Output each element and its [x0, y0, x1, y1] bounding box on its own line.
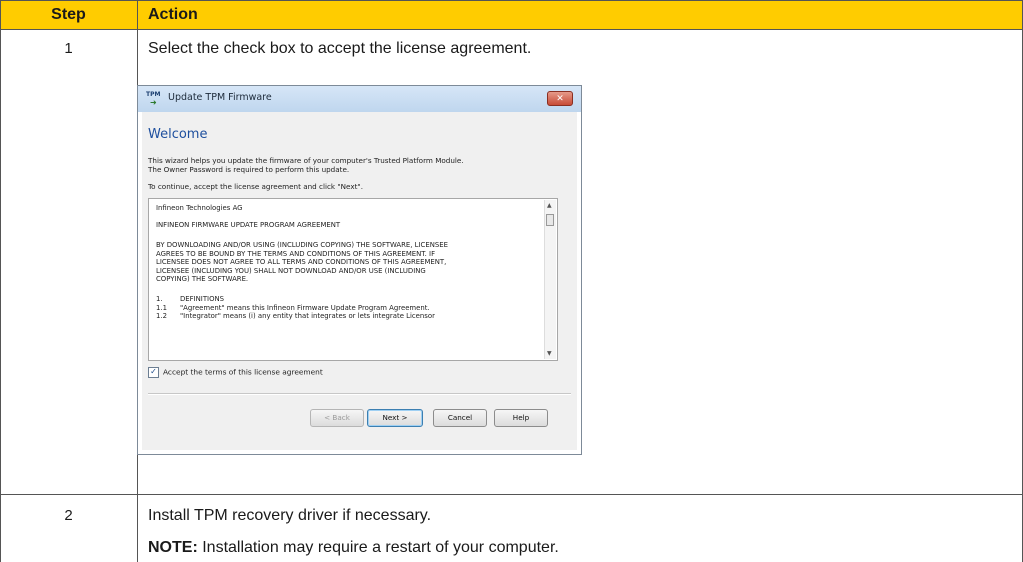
license-line: INFINEON FIRMWARE UPDATE PROGRAM AGREEME…	[156, 221, 341, 229]
welcome-heading: Welcome	[148, 127, 208, 142]
help-button[interactable]: Help	[494, 409, 548, 427]
definition-text: "Integrator" means (i) any entity that i…	[180, 312, 435, 320]
scroll-down-icon[interactable]: ▼	[547, 350, 552, 357]
accept-license-checkbox[interactable]: ✓	[148, 367, 159, 378]
step-1-action: Select the check box to accept the licen…	[148, 40, 532, 57]
header-bottom-border	[0, 29, 1023, 30]
definition-line: 1. DEFINITIONS	[156, 295, 224, 304]
license-text-box[interactable]: Infineon Technologies AG INFINEON FIRMWA…	[148, 198, 558, 361]
next-button[interactable]: Next >	[367, 409, 423, 427]
definition-text: "Agreement" means this Infineon Firmware…	[180, 303, 430, 312]
definition-number: 1.	[156, 295, 163, 303]
header-action: Action	[138, 0, 1023, 29]
license-line: BY DOWNLOADING AND/OR USING (INCLUDING C…	[156, 241, 448, 249]
note-label: NOTE:	[148, 539, 198, 556]
accept-license-row[interactable]: ✓ Accept the terms of this license agreem…	[148, 367, 323, 378]
scroll-up-icon[interactable]: ▲	[547, 202, 552, 209]
back-button[interactable]: < Back	[310, 409, 364, 427]
intro-text-line-1: This wizard helps you update the firmwar…	[148, 156, 464, 165]
intro-text-line-2: The Owner Password is required to perfor…	[148, 165, 350, 174]
procedure-table: Step Action 1 Select the check box to ac…	[0, 0, 1023, 562]
step-number-1: 1	[64, 40, 73, 57]
dialog-titlebar: TPM ➜ Update TPM Firmware ✕	[138, 86, 581, 112]
definition-number: 1.1	[156, 303, 167, 312]
dialog-separator	[148, 393, 571, 395]
definition-line: 1.2 "Integrator" means (i) any entity tha…	[156, 312, 435, 321]
definition-number: 1.2	[156, 312, 167, 320]
close-button[interactable]: ✕	[547, 91, 573, 106]
row-divider	[0, 494, 1023, 495]
tpm-app-icon: TPM ➜	[146, 91, 164, 107]
step-2-note: NOTE: Installation may require a restart…	[148, 539, 559, 557]
header-step: Step	[0, 0, 137, 29]
cancel-button[interactable]: Cancel	[433, 409, 487, 427]
table-top-border	[0, 0, 1023, 1]
tpm-icon-text: TPM	[146, 91, 161, 98]
license-line: AGREES TO BE BOUND BY THE TERMS AND COND…	[156, 249, 436, 258]
license-line: LICENSEE (INCLUDING YOU) SHALL NOT DOWNL…	[156, 266, 426, 275]
dialog-body: Welcome This wizard helps you update the…	[142, 112, 577, 450]
accept-license-label[interactable]: Accept the terms of this license agreeme…	[163, 368, 323, 377]
definition-text: DEFINITIONS	[180, 295, 225, 303]
license-line: LICENSEE DOES NOT AGREE TO ALL TERMS AND…	[156, 258, 447, 266]
license-line: Infineon Technologies AG	[156, 204, 243, 212]
scrollbar-thumb[interactable]	[546, 214, 554, 226]
dialog-title: Update TPM Firmware	[168, 92, 272, 103]
update-tpm-firmware-dialog-screenshot: TPM ➜ Update TPM Firmware ✕ Welcome This…	[137, 85, 582, 455]
step-number-2: 2	[64, 507, 73, 524]
license-scrollbar[interactable]: ▲ ▼	[544, 200, 556, 359]
step-2-action: Install TPM recovery driver if necessary…	[148, 507, 432, 524]
intro-text-line-3: To continue, accept the license agreemen…	[148, 182, 364, 191]
note-text: Installation may require a restart of yo…	[197, 539, 559, 556]
definition-line: 1.1 "Agreement" means this Infineon Firmw…	[156, 304, 430, 313]
license-line: COPYING) THE SOFTWARE.	[156, 275, 249, 283]
table-left-border	[0, 0, 1, 562]
arrow-icon: ➜	[150, 98, 157, 107]
